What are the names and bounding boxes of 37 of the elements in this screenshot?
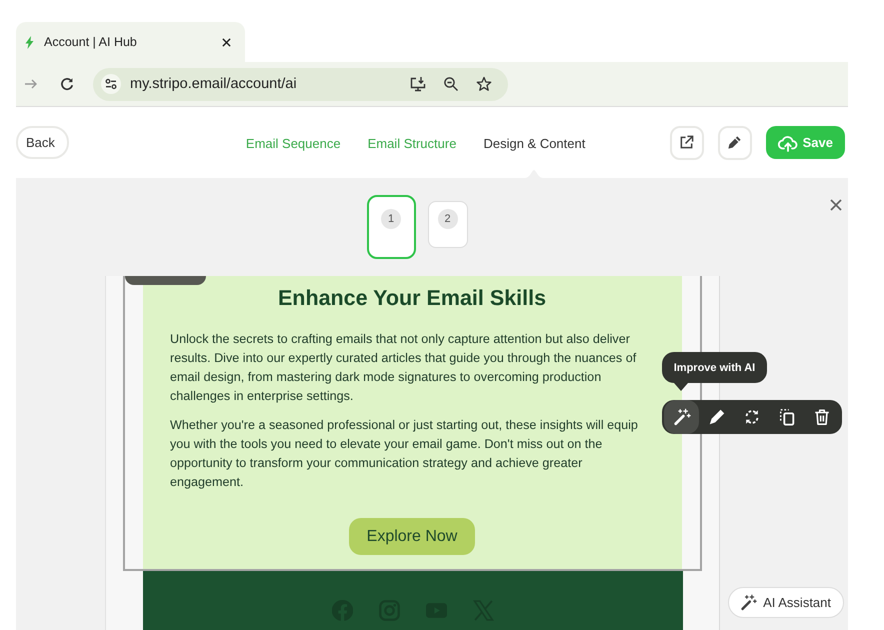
magic-wand-icon [740,594,758,611]
address-bar[interactable]: my.stripo.email/account/ai [93,68,508,100]
tooltip: Improve with AI [662,352,767,383]
zoom-out-icon[interactable] [443,76,459,92]
nav-tab[interactable]: Email Sequence [246,133,341,178]
pencil-icon [727,135,742,150]
cloud-upload-icon [778,134,798,152]
nav-tab[interactable]: Design & Content [483,133,586,178]
edit-button[interactable] [718,126,752,160]
close-icon[interactable] [222,38,231,46]
tooltip-arrow-icon [674,383,688,391]
pencil-icon [708,408,726,426]
reload-icon[interactable] [60,77,74,91]
browser-tab[interactable]: Account | AI Hub [16,22,245,62]
ai-assistant-button[interactable]: AI Assistant [728,587,844,618]
improve-with-ai-button[interactable] [664,400,699,434]
back-button[interactable]: Back [16,126,69,159]
refresh-icon [742,408,760,426]
star-icon[interactable] [476,76,492,92]
page-thumbnail[interactable]: 2 [428,201,468,248]
page-thumbnail[interactable]: 1 [366,195,416,259]
email-heading: Enhance Your Email Skills [276,286,548,310]
email-paragraph: Whether you're a seasoned professional or just starting out, these insights will equip you with the tools you need to elevate your email game. Don't miss out on the opportunity to transform your communication strategy and achieve greater engagement. [170,417,639,491]
bolt-icon [25,36,34,48]
external-link-icon [679,135,694,150]
trash-icon [812,408,830,426]
duplicate-icon [778,408,796,426]
explore-button[interactable]: Explore Now [348,518,476,555]
monitor-download-icon[interactable] [410,76,426,92]
magic-wand-icon [672,408,690,426]
nav-tab[interactable]: Email Structure [368,133,456,178]
open-external-button[interactable] [670,126,704,160]
block-label-tab[interactable] [125,276,206,285]
sliders-icon[interactable] [101,74,121,94]
page-number: 1 [381,209,401,229]
email-paragraph: Unlock the secrets to crafting emails that not only capture attention but also deliver results. Dive into our expertly curated articles that guide you through the nuances of email design, from mastering dark mode signatures to overcoming production challenges in enterprise settings. [170,331,638,405]
page-number: 2 [438,209,458,229]
